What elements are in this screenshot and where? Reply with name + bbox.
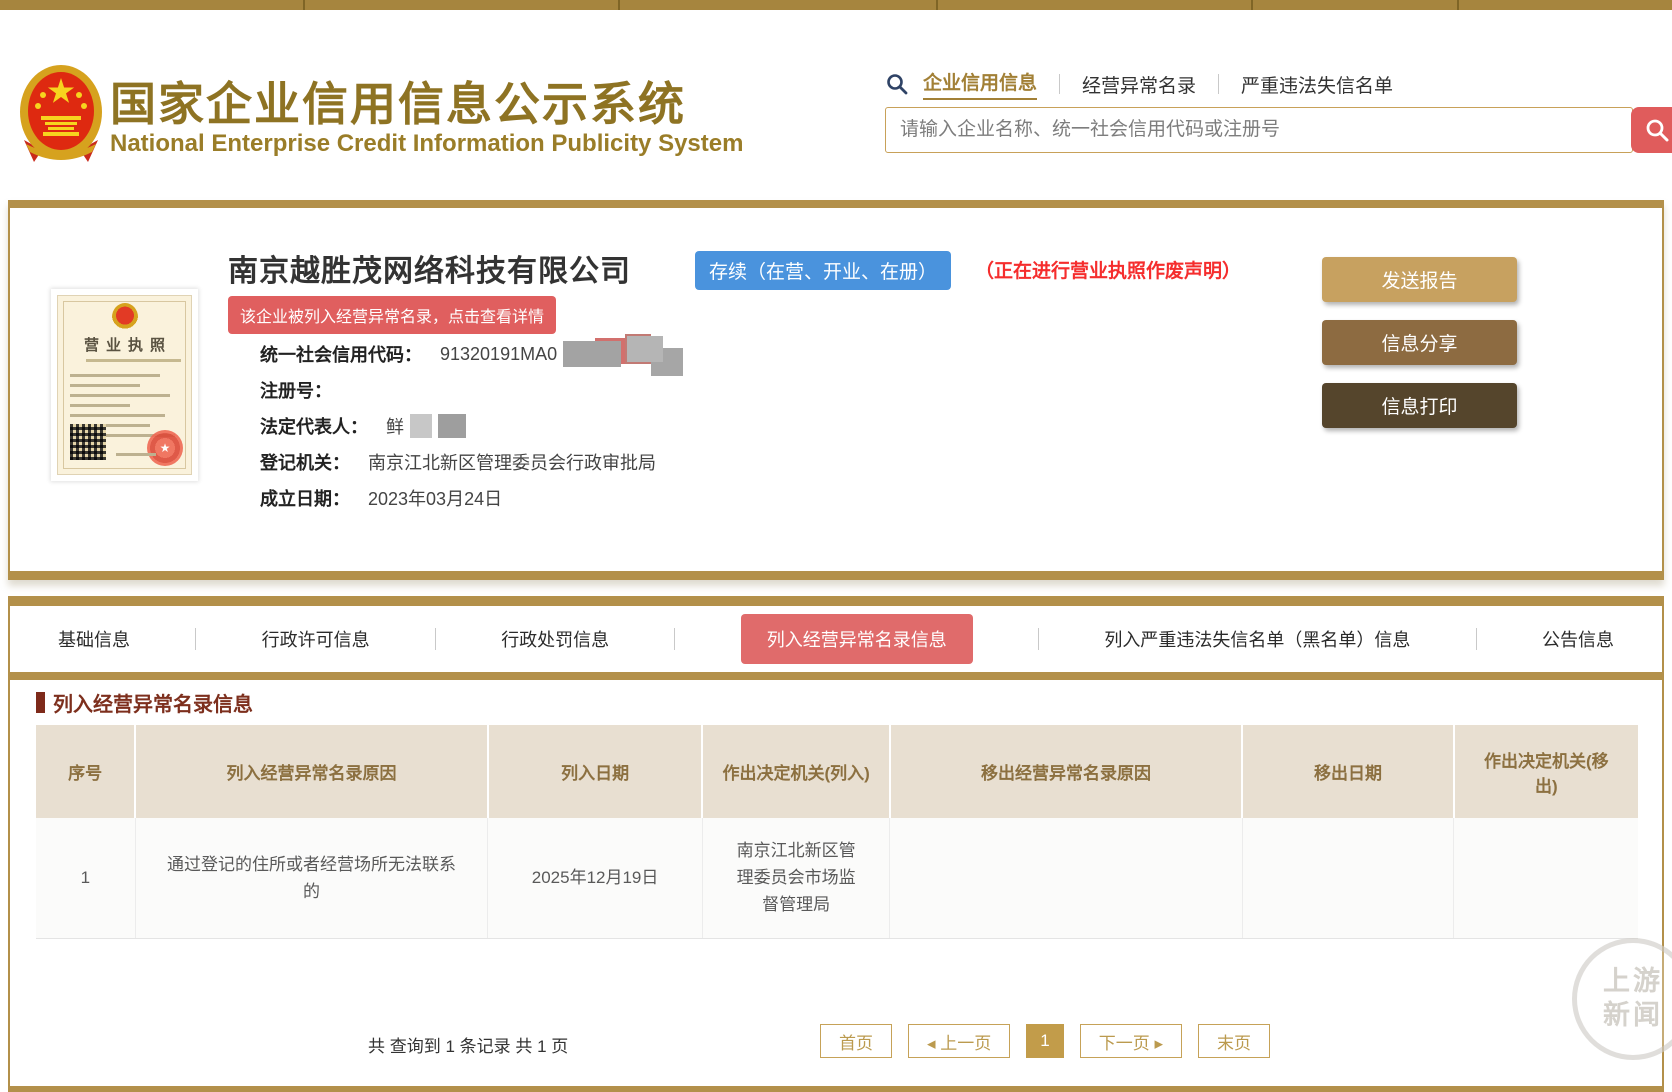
- tab-serious-illegal-blacklist[interactable]: 列入严重违法失信名单（黑名单）信息: [1104, 626, 1410, 652]
- cell-inclusion-authority: 南京江北新区管理委员会市场监督管理局: [702, 818, 889, 938]
- divider: [1218, 74, 1219, 94]
- col-header-removal-reason: 移出经营异常名录原因: [890, 725, 1242, 818]
- tab-basic-info[interactable]: 基础信息: [58, 626, 130, 652]
- censor-block: [410, 414, 432, 438]
- search-icon: [1644, 117, 1670, 143]
- cell-inclusion-reason: 通过登记的住所或者经营场所无法联系的: [135, 818, 487, 938]
- cell-removal-reason: [890, 818, 1242, 938]
- search-tab-abnormal-list[interactable]: 经营异常名录: [1082, 71, 1196, 98]
- site-subtitle: National Enterprise Credit Information P…: [110, 130, 743, 158]
- censor-block: [438, 414, 466, 438]
- divider: [674, 628, 675, 650]
- censor-block: [563, 341, 621, 367]
- cell-removal-date: [1242, 818, 1453, 938]
- prev-page-button[interactable]: ◂ 上一页: [908, 1024, 1010, 1058]
- tab-announcement-info[interactable]: 公告信息: [1542, 626, 1614, 652]
- tab-administrative-license[interactable]: 行政许可信息: [262, 626, 370, 652]
- cell-index: 1: [36, 818, 135, 938]
- detail-panel: 基础信息 行政许可信息 行政处罚信息 列入经营异常名录信息 列入严重违法失信名单…: [8, 596, 1664, 1092]
- license-revocation-notice: （正在进行营业执照作废声明）: [975, 256, 1241, 283]
- top-nav-segment[interactable]: [0, 0, 305, 10]
- col-header-index: 序号: [36, 725, 135, 818]
- search-button[interactable]: [1631, 107, 1672, 153]
- field-establishment-date: 成立日期： 2023年03月24日: [260, 480, 663, 516]
- license-emblem-icon: [112, 303, 138, 331]
- shangyou-news-watermark: 上游 新闻: [1572, 938, 1672, 1060]
- company-fields: 统一社会信用代码： 91320191MA0 注册号： 法定代表人： 鲜 登记机关…: [260, 336, 663, 516]
- abnormal-operations-table: 序号 列入经营异常名录原因 列入日期 作出决定机关(列入) 移出经营异常名录原因…: [36, 725, 1638, 939]
- section-title-marker: [36, 692, 45, 713]
- share-info-button[interactable]: 信息分享: [1322, 320, 1517, 365]
- search-tab-enterprise-credit[interactable]: 企业信用信息: [923, 68, 1037, 100]
- print-info-button[interactable]: 信息打印: [1322, 383, 1517, 428]
- field-credit-code: 统一社会信用代码： 91320191MA0: [260, 336, 663, 372]
- cell-removal-authority: [1454, 818, 1638, 938]
- company-summary-panel: 营业执照 ★ 南京越胜茂网络科技有限公司 存续（在营、开业、在册） （正在进行营…: [8, 200, 1664, 580]
- col-header-inclusion-authority: 作出决定机关(列入): [702, 725, 889, 818]
- field-registration-number: 注册号：: [260, 372, 663, 408]
- tab-administrative-penalty[interactable]: 行政处罚信息: [501, 626, 609, 652]
- business-license-image: 营业执照 ★: [57, 295, 192, 475]
- first-page-button[interactable]: 首页: [820, 1024, 892, 1058]
- search-type-tabs: 企业信用信息 经营异常名录 严重违法失信名单: [885, 68, 1393, 100]
- company-name: 南京越胜茂网络科技有限公司: [228, 246, 631, 290]
- divider: [1476, 628, 1477, 650]
- license-title: 营业执照: [58, 334, 191, 355]
- tab-abnormal-operations[interactable]: 列入经营异常名录信息: [741, 614, 973, 664]
- field-legal-representative: 法定代表人： 鲜: [260, 408, 663, 444]
- site-title: 国家企业信用信息公示系统: [110, 68, 686, 134]
- status-badge: 存续（在营、开业、在册）: [695, 251, 951, 290]
- cell-inclusion-date: 2025年12月19日: [488, 818, 703, 938]
- license-qr-code: [70, 424, 106, 460]
- page: 国家企业信用信息公示系统 National Enterprise Credit …: [0, 0, 1672, 1092]
- record-count-summary: 共 查询到 1 条记录 共 1 页: [368, 1032, 568, 1057]
- tab-underline-bar: [10, 672, 1662, 680]
- search-icon: [885, 72, 909, 96]
- license-red-seal: ★: [147, 430, 183, 466]
- search-input[interactable]: [885, 107, 1633, 153]
- current-page-button[interactable]: 1: [1026, 1024, 1063, 1058]
- top-nav-segment[interactable]: [620, 0, 938, 10]
- top-nav-segment[interactable]: [305, 0, 620, 10]
- field-registration-authority: 登记机关： 南京江北新区管理委员会行政审批局: [260, 444, 663, 480]
- action-buttons: 发送报告 信息分享 信息打印: [1322, 257, 1517, 446]
- divider: [1038, 628, 1039, 650]
- col-header-removal-authority: 作出决定机关(移出): [1454, 725, 1638, 818]
- top-nav-segment[interactable]: [938, 0, 1252, 10]
- national-emblem-logo: [18, 62, 104, 171]
- search-box: [885, 107, 1672, 153]
- section-title: 列入经营异常名录信息: [36, 688, 253, 717]
- search-tab-illegal-list[interactable]: 严重违法失信名单: [1241, 71, 1393, 98]
- top-nav-segment[interactable]: [1253, 0, 1460, 10]
- divider: [435, 628, 436, 650]
- table-row: 1 通过登记的住所或者经营场所无法联系的 2025年12月19日 南京江北新区管…: [36, 818, 1638, 938]
- top-nav-bar: [0, 0, 1672, 10]
- abnormal-list-alert-badge[interactable]: 该企业被列入经营异常名录，点击查看详情: [228, 296, 556, 334]
- pagination: 首页 ◂ 上一页 1 下一页 ▸ 末页: [820, 1024, 1286, 1058]
- censor-block: [627, 336, 663, 362]
- site-header: 国家企业信用信息公示系统 National Enterprise Credit …: [0, 10, 1672, 200]
- next-page-button[interactable]: 下一页 ▸: [1080, 1024, 1182, 1058]
- send-report-button[interactable]: 发送报告: [1322, 257, 1517, 302]
- divider: [195, 628, 196, 650]
- last-page-button[interactable]: 末页: [1198, 1024, 1270, 1058]
- table-header-row: 序号 列入经营异常名录原因 列入日期 作出决定机关(列入) 移出经营异常名录原因…: [36, 725, 1638, 818]
- col-header-inclusion-reason: 列入经营异常名录原因: [135, 725, 487, 818]
- col-header-inclusion-date: 列入日期: [488, 725, 703, 818]
- col-header-removal-date: 移出日期: [1242, 725, 1453, 818]
- detail-tabs: 基础信息 行政许可信息 行政处罚信息 列入经营异常名录信息 列入严重违法失信名单…: [10, 606, 1662, 672]
- divider: [1059, 74, 1060, 94]
- top-nav-segment[interactable]: [1459, 0, 1672, 10]
